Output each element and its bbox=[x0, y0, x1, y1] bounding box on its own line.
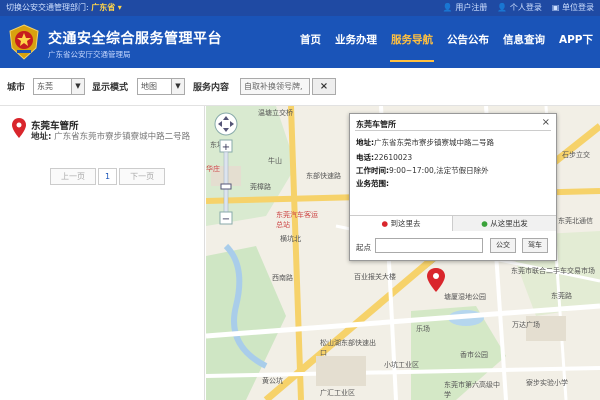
divider bbox=[355, 130, 551, 131]
city-label: 城市 bbox=[7, 83, 26, 93]
result-address: 地址: 广东省东莞市寮步镇寮城中路二号路 bbox=[31, 131, 199, 144]
info-scope: 业务范围: bbox=[356, 178, 389, 189]
info-address: 地址:广东省东莞市寮步镇寮城中路二号路 bbox=[356, 137, 494, 148]
start-point-input[interactable] bbox=[375, 238, 483, 253]
map-label: 万达广场 bbox=[512, 321, 540, 329]
next-page-button[interactable]: 下一页 bbox=[119, 168, 166, 185]
nav-business[interactable]: 业务办理 bbox=[328, 16, 384, 68]
map-label: 塘厦湿地公园 bbox=[444, 293, 486, 301]
info-scope-label: 业务范围: bbox=[356, 179, 389, 188]
info-hours: 工作时间:9:00~17:00,法定节假日除外 bbox=[356, 165, 489, 176]
service-content-label: 服务内容 bbox=[193, 83, 230, 93]
map-label: 石步立交 bbox=[562, 151, 590, 159]
map-label: 广汇工业区 bbox=[320, 389, 355, 397]
map-pin-icon: ● bbox=[381, 219, 389, 228]
map-label: 百业报关大楼 bbox=[354, 273, 396, 281]
top-bar: 切换公安交通管理部门: 广东省 ▾ 👤 用户注册 👤 个人登录 ▣ 单位登录 bbox=[0, 0, 600, 16]
police-emblem-icon bbox=[9, 24, 39, 60]
info-window: 东莞车管所 × 地址:广东省东莞市寮步镇寮城中路二号路 电话:22610023 … bbox=[349, 113, 557, 261]
start-point-label: 起点 bbox=[356, 243, 371, 252]
close-icon[interactable]: × bbox=[542, 117, 550, 128]
drive-button[interactable]: 驾车 bbox=[522, 238, 548, 253]
map-pin-icon bbox=[12, 118, 26, 138]
map-label: 东部快速路 bbox=[306, 172, 341, 180]
info-phone-value: 22610023 bbox=[374, 153, 413, 162]
city-select[interactable]: 东莞 ▼ bbox=[33, 78, 85, 95]
page-subtitle: 广东省公安厅交通管理局 bbox=[48, 50, 131, 59]
pagination: 上一页 1 下一页 bbox=[50, 168, 167, 185]
zoom-out-icon[interactable]: − bbox=[219, 211, 233, 225]
tab-go-here[interactable]: ● 到这里去 bbox=[350, 216, 453, 231]
svg-text:+: + bbox=[222, 142, 230, 153]
result-panel: 东莞车管所 地址: 广东省东莞市寮步镇寮城中路二号路 上一页 1 下一页 bbox=[0, 106, 205, 400]
map-label: 温塘立交桥 bbox=[258, 109, 293, 117]
zoom-in-icon[interactable]: + bbox=[219, 139, 233, 153]
city-value: 东莞 bbox=[37, 82, 53, 91]
display-mode-label: 显示模式 bbox=[92, 83, 129, 93]
svg-text:−: − bbox=[222, 214, 230, 225]
info-address-label: 地址: bbox=[356, 138, 374, 147]
map-label: 乐场 bbox=[416, 325, 430, 333]
mode-value: 地图 bbox=[141, 82, 157, 91]
map-label: 横坑北 bbox=[280, 235, 301, 243]
province-selector[interactable]: 广东省 bbox=[91, 3, 115, 12]
nav-home[interactable]: 首页 bbox=[293, 16, 328, 68]
chevron-down-icon[interactable]: ▾ bbox=[118, 3, 122, 12]
info-phone: 电话:22610023 bbox=[356, 152, 412, 163]
address-label: 地址: bbox=[31, 132, 52, 142]
department-switch[interactable]: 切换公安交通管理部门: 广东省 ▾ bbox=[6, 0, 122, 16]
map-zoom-control: + − bbox=[212, 112, 240, 227]
tab-start-here[interactable]: ● 从这里出发 bbox=[453, 216, 556, 231]
personal-login-link[interactable]: 👤 个人登录 bbox=[497, 0, 542, 16]
map-label: 东莞北通信 bbox=[558, 217, 593, 225]
prev-page-button[interactable]: 上一页 bbox=[50, 168, 96, 185]
map-pin-icon: ● bbox=[481, 219, 488, 228]
service-content-input[interactable]: 自取补换领号牌, bbox=[240, 78, 310, 95]
map-label: 小坑工业区 bbox=[384, 361, 419, 369]
result-title[interactable]: 东莞车管所 bbox=[31, 118, 79, 132]
chevron-down-icon[interactable]: ▼ bbox=[71, 79, 84, 94]
map-label: 香市公园 bbox=[460, 351, 488, 359]
filter-bar: 城市 东莞 ▼ 显示模式 地图 ▼ 服务内容 自取补换领号牌, × bbox=[0, 68, 600, 106]
info-phone-label: 电话: bbox=[356, 153, 374, 162]
info-hours-value: 9:00~17:00,法定节假日除外 bbox=[389, 166, 489, 175]
clear-button[interactable]: × bbox=[312, 78, 336, 95]
page-title: 交通安全综合服务管理平台 bbox=[48, 31, 222, 47]
register-link[interactable]: 👤 用户注册 bbox=[443, 0, 488, 16]
map-label: 东莞市第六高级中学 bbox=[444, 381, 500, 399]
pan-control-icon[interactable] bbox=[214, 112, 238, 136]
map-label: 黄公坑 bbox=[262, 377, 283, 385]
map-label: 西南路 bbox=[272, 274, 293, 282]
info-window-title: 东莞车管所 bbox=[356, 120, 396, 129]
zoom-slider-track[interactable] bbox=[223, 151, 229, 213]
map-label: 莞樟路 bbox=[250, 183, 271, 191]
nav-service-guide[interactable]: 服务导航 bbox=[384, 16, 440, 68]
map-label: 牛山 bbox=[268, 157, 282, 165]
unit-login-link[interactable]: ▣ 单位登录 bbox=[552, 0, 594, 16]
nav-app[interactable]: APP下 bbox=[552, 16, 600, 68]
page-number[interactable]: 1 bbox=[98, 168, 118, 185]
bus-button[interactable]: 公交 bbox=[490, 238, 516, 253]
info-address-value: 广东省东莞市寮步镇寮城中路二号路 bbox=[374, 138, 494, 147]
address-value: 广东省东莞市寮步镇寮城中路二号路 bbox=[54, 132, 191, 142]
nav-info-query[interactable]: 信息查询 bbox=[496, 16, 552, 68]
map-label: 东莞路 bbox=[551, 292, 572, 300]
map-label: 寮步实验小学 bbox=[526, 379, 568, 387]
chevron-down-icon[interactable]: ▼ bbox=[171, 79, 184, 94]
zoom-slider-handle[interactable] bbox=[220, 183, 232, 190]
switch-label: 切换公安交通管理部门: bbox=[6, 3, 89, 12]
display-mode-select[interactable]: 地图 ▼ bbox=[137, 78, 185, 95]
info-hours-label: 工作时间: bbox=[356, 166, 389, 175]
map-label: 松山湖东部快速出口 bbox=[320, 339, 376, 357]
tab-start-here-label: 从这里出发 bbox=[490, 219, 528, 228]
route-tabs: ● 到这里去 ● 从这里出发 bbox=[350, 215, 556, 231]
nav-announcements[interactable]: 公告公布 bbox=[440, 16, 496, 68]
map-label: 东莞汽车客运总站 bbox=[276, 211, 318, 229]
tab-go-here-label: 到这里去 bbox=[390, 219, 421, 228]
main-nav: 首页 业务办理 服务导航 公告公布 信息查询 APP下 bbox=[293, 16, 600, 68]
map-label: 东莞市联合二手车交易市场 bbox=[511, 267, 595, 275]
